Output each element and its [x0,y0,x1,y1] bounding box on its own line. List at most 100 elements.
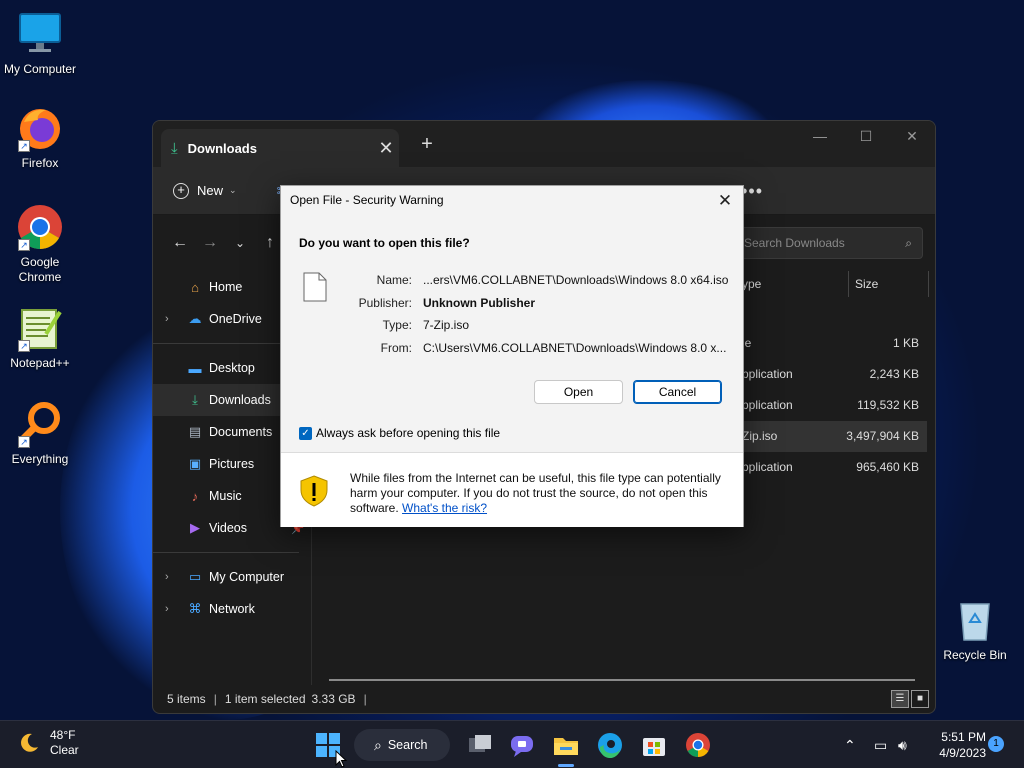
type-label: Type: [382,318,412,332]
sidebar-item-label: Home [209,280,243,294]
sidebar-item-my-computer[interactable]: › ▭ My Computer [153,561,311,593]
chrome-icon[interactable] [684,731,712,759]
file-type: Zip.iso [742,429,778,443]
search-input[interactable]: Search Downloads ⌕ [733,227,923,259]
monitor-icon: ▭ [188,569,202,584]
weather-widget[interactable]: 48°F Clear [18,728,79,758]
network-tray-icon[interactable]: ▭ [874,721,887,768]
column-header-type[interactable]: ype [742,271,761,297]
show-hidden-icons-button[interactable]: ⌃ [844,721,856,768]
new-tab-button[interactable]: + [415,133,439,157]
mouse-cursor-icon [335,749,348,768]
desktop-icon: ▬ [188,360,202,376]
open-button[interactable]: Open [534,380,623,404]
name-label: Name: [376,273,412,287]
desktop-icon-firefox[interactable]: ↗ Firefox [0,104,80,170]
horizontal-scrollbar[interactable] [329,679,915,681]
chevron-up-icon: ⌃ [844,736,856,753]
desktop-icon-label: Google Chrome [18,255,62,284]
weather-temperature: 48°F [50,728,76,742]
moon-icon [18,732,40,754]
cancel-button[interactable]: Cancel [633,380,722,404]
desktop-icon-my-computer[interactable]: My Computer [0,10,80,76]
dialog-question: Do you want to open this file? [299,236,470,250]
volume-tray-icon[interactable]: 🔊︎ [898,721,907,768]
whats-the-risk-link[interactable]: What's the risk? [402,501,487,515]
speaker-icon: 🔊︎ [898,736,907,753]
shortcut-arrow-icon: ↗ [18,340,30,352]
publisher-label: Publisher: [358,296,412,310]
close-window-button[interactable]: ✕ [889,121,935,151]
recycle-bin-icon [951,596,999,644]
type-value: 7-Zip.iso [423,318,470,332]
checkbox-checked-icon[interactable]: ✓ [299,426,312,440]
chevron-right-icon[interactable]: › [165,571,169,583]
tiles-view-icon[interactable]: ■ [911,690,929,708]
running-indicator [558,764,574,767]
more-options-icon[interactable]: ••• [741,181,763,202]
warning-text: While files from the Internet can be use… [350,471,730,516]
divider: | [213,692,217,706]
clock[interactable]: 5:51 PM 4/9/2023 [920,729,986,761]
maximize-button[interactable]: ☐ [843,121,889,151]
file-size: 965,460 KB [856,460,919,474]
taskbar-search-button[interactable]: ⌕ Search [354,729,450,761]
store-icon[interactable] [640,731,668,759]
monitor-icon [16,10,64,58]
desktop-icon-google-chrome[interactable]: ↗ Google Chrome [0,203,80,285]
type-row: Type: 7-Zip.iso [341,318,731,336]
publisher-row: Publisher: Unknown Publisher [341,296,731,314]
file-explorer-icon[interactable] [552,731,580,759]
from-row: From: C:\Users\VM6.COLLABNET\Downloads\W… [341,341,731,359]
column-divider[interactable] [848,271,849,297]
chevron-down-icon: ⌄ [229,185,237,195]
security-warning-dialog[interactable]: Open File - Security Warning ✕ Do you wa… [280,185,744,527]
chat-icon[interactable] [508,731,536,759]
new-button-label: New [197,183,224,198]
chevron-right-icon[interactable]: › [165,603,169,615]
dialog-titlebar[interactable]: Open File - Security Warning ✕ [281,186,743,214]
shortcut-arrow-icon: ↗ [18,140,30,152]
desktop-icon-recycle-bin[interactable]: Recycle Bin [935,596,1015,662]
explorer-titlebar[interactable]: ⤓ Downloads ✕ + — ☐ ✕ [153,121,935,167]
column-divider[interactable] [928,271,929,297]
video-icon: ▶ [190,520,200,535]
warning-shield-icon [299,475,329,510]
desktop-icon-label: My Computer [3,62,77,76]
desktop-icon-label: Recycle Bin [943,648,1007,662]
new-button[interactable]: + New ⌄ [173,182,237,199]
chevron-right-icon[interactable]: › [165,313,169,325]
download-arrow-icon: ⤓ [192,392,198,407]
desktop-icon-notepad-plus-plus[interactable]: ↗ Notepad++ [0,304,80,370]
desktop-icon-label: Everything [11,452,69,466]
chrome-icon: ↗ [16,203,64,251]
column-header-size[interactable]: Size [855,271,878,297]
picture-icon: ▣ [188,456,202,471]
forward-icon[interactable]: → [195,234,225,252]
desktop-icon-label: Firefox [21,156,59,170]
minimize-button[interactable]: — [797,121,843,151]
edge-icon[interactable] [596,731,624,759]
tab-downloads[interactable]: ⤓ Downloads ✕ [161,129,399,167]
file-size: 3,497,904 KB [846,429,919,443]
status-selected: 1 item selected [224,692,306,706]
desktop-icon-everything[interactable]: ↗ Everything [0,400,80,466]
recent-locations-icon[interactable]: ⌄ [225,236,255,250]
details-view-icon[interactable]: ☰ [891,690,909,708]
close-tab-icon[interactable]: ✕ [373,135,399,161]
sidebar-item-network[interactable]: › ⌘ Network [153,593,311,625]
close-icon[interactable]: ✕ [713,189,737,213]
network-icon: ▭ [874,736,888,753]
always-ask-checkbox-row[interactable]: ✓ Always ask before opening this file [299,426,500,440]
publisher-value: Unknown Publisher [423,296,536,310]
plus-icon: + [173,182,189,199]
dialog-title: Open File - Security Warning [290,193,444,207]
desktop-icon-label: Notepad++ [10,356,70,370]
notification-badge[interactable]: 1 [988,736,1004,752]
back-icon[interactable]: ← [165,234,195,252]
file-size: 1 KB [892,336,919,350]
task-view-icon[interactable] [466,731,494,759]
status-size: 3.33 GB [311,692,356,706]
file-size: 2,243 KB [869,367,919,381]
shortcut-arrow-icon: ↗ [18,436,30,448]
